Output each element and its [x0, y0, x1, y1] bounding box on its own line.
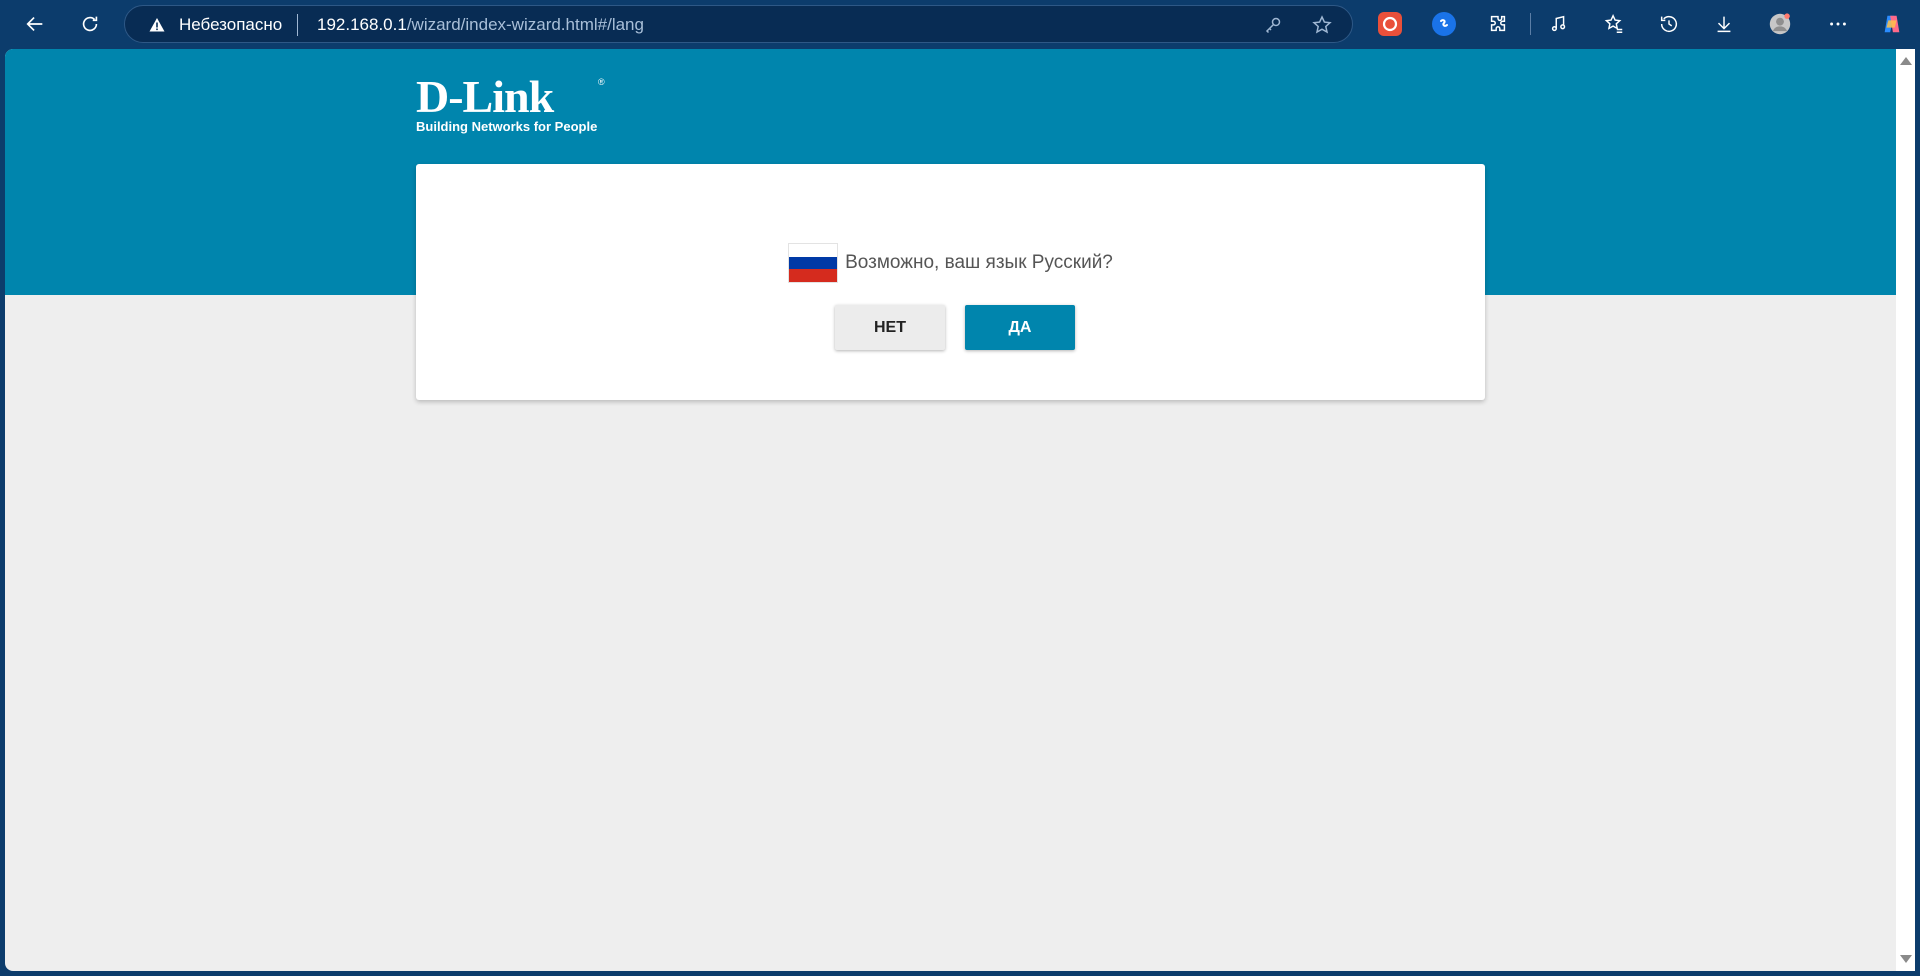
- address-divider: [297, 14, 298, 36]
- copilot-button[interactable]: [1874, 6, 1910, 42]
- more-button[interactable]: [1820, 6, 1856, 42]
- history-button[interactable]: [1651, 6, 1687, 42]
- extension-icon: [1490, 15, 1506, 32]
- page-viewport: D-Link ® Building Networks for People Во…: [5, 49, 1896, 971]
- russian-flag-icon: [788, 243, 839, 283]
- vertical-scrollbar[interactable]: [1896, 49, 1915, 971]
- back-icon: [26, 16, 43, 32]
- copilot-icon: [1884, 15, 1900, 33]
- favorite-star-icon[interactable]: [1312, 15, 1332, 35]
- flag-stripe-white: [789, 244, 838, 257]
- media-button[interactable]: [1541, 6, 1577, 42]
- language-question: Возможно, ваш язык Русский?: [416, 242, 1485, 284]
- reload-button[interactable]: [72, 6, 108, 42]
- security-status[interactable]: Небезопасно: [179, 15, 282, 35]
- scroll-up-arrow-icon[interactable]: [1900, 57, 1912, 65]
- address-bar[interactable]: Небезопасно 192.168.0.1/wizard/index-wiz…: [124, 5, 1353, 43]
- dlink-logo: D-Link ® Building Networks for People: [416, 71, 605, 135]
- browser-toolbar: Небезопасно 192.168.0.1/wizard/index-wiz…: [0, 0, 1920, 48]
- reload-icon: [82, 16, 98, 32]
- toolbar-separator: [1530, 13, 1531, 35]
- language-dialog: Возможно, ваш язык Русский? НЕТ ДА: [416, 164, 1485, 400]
- logo-brand: D-Link: [416, 71, 554, 122]
- profile-icon: [1769, 13, 1791, 35]
- flag-stripe-red: [789, 269, 838, 283]
- yes-button[interactable]: ДА: [965, 305, 1075, 350]
- media-icon: [1551, 15, 1566, 32]
- back-button[interactable]: [17, 6, 53, 42]
- favorites-button[interactable]: [1596, 6, 1632, 42]
- logo-registered-mark: ®: [598, 77, 605, 87]
- scroll-down-arrow-icon[interactable]: [1900, 955, 1912, 963]
- extension-record-icon[interactable]: [1378, 12, 1402, 36]
- download-icon: [1717, 16, 1731, 33]
- logo-tagline: Building Networks for People: [416, 119, 598, 134]
- favorites-icon: [1604, 14, 1623, 33]
- key-icon[interactable]: [1263, 15, 1283, 35]
- history-icon: [1660, 16, 1678, 33]
- downloads-button[interactable]: [1706, 6, 1742, 42]
- url-text[interactable]: 192.168.0.1/wizard/index-wizard.html#/la…: [317, 15, 644, 35]
- profile-button[interactable]: [1762, 6, 1798, 42]
- question-text: Возможно, ваш язык Русский?: [845, 252, 1113, 273]
- extensions-button[interactable]: [1480, 6, 1516, 42]
- warning-icon: [149, 18, 165, 32]
- url-host: 192.168.0.1: [317, 15, 407, 34]
- more-icon: [1830, 22, 1846, 26]
- no-button[interactable]: НЕТ: [835, 305, 945, 350]
- url-path: /wizard/index-wizard.html#/lang: [406, 15, 644, 34]
- flag-stripe-blue: [789, 256, 838, 270]
- extension-shazam-icon[interactable]: [1432, 12, 1456, 36]
